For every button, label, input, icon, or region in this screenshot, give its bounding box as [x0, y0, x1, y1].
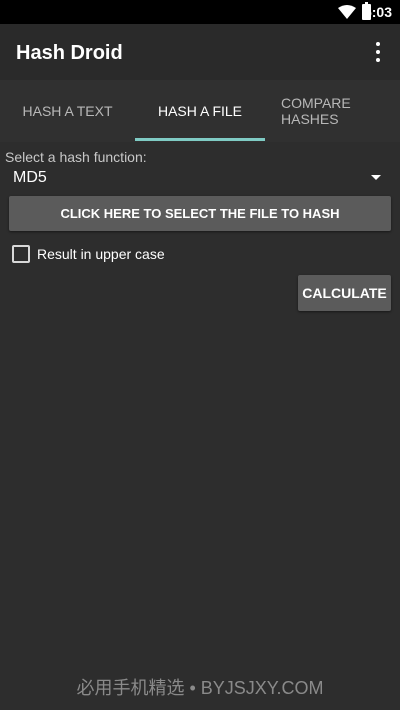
tab-hash-a-text[interactable]: HASH A TEXT [0, 80, 135, 142]
tab-hash-a-file[interactable]: HASH A FILE [135, 80, 265, 142]
uppercase-checkbox[interactable] [12, 245, 30, 263]
app-title: Hash Droid [16, 42, 123, 64]
active-tab-indicator [135, 138, 265, 141]
app-bar: Hash Droid [0, 24, 400, 80]
status-time: 5:03 [363, 4, 392, 20]
tab-compare-hashes[interactable]: COMPARE HASHES [265, 80, 400, 142]
hash-function-spinner[interactable]: MD5 [5, 166, 389, 190]
watermark-text: 必用手机精选 • BYJSJXY.COM [76, 678, 324, 698]
status-bar: 5:03 [0, 0, 400, 24]
dropdown-arrow-icon [371, 175, 381, 180]
more-vert-icon[interactable] [366, 40, 390, 64]
uppercase-label: Result in upper case [37, 246, 165, 262]
hash-function-label: Select a hash function: [5, 149, 147, 165]
tab-label: COMPARE HASHES [281, 95, 351, 127]
tab-label: HASH A TEXT [22, 103, 113, 119]
calculate-button[interactable]: CALCULATE [298, 275, 391, 311]
select-file-button[interactable]: CLICK HERE TO SELECT THE FILE TO HASH [9, 196, 391, 231]
tab-bar: HASH A TEXT HASH A FILE COMPARE HASHES [0, 80, 400, 142]
wifi-icon [338, 5, 356, 19]
tab-label: HASH A FILE [157, 103, 243, 119]
app-screen: 5:03 Hash Droid HASH A TEXT HASH A FILE … [0, 0, 400, 710]
hash-function-value: MD5 [13, 169, 47, 186]
